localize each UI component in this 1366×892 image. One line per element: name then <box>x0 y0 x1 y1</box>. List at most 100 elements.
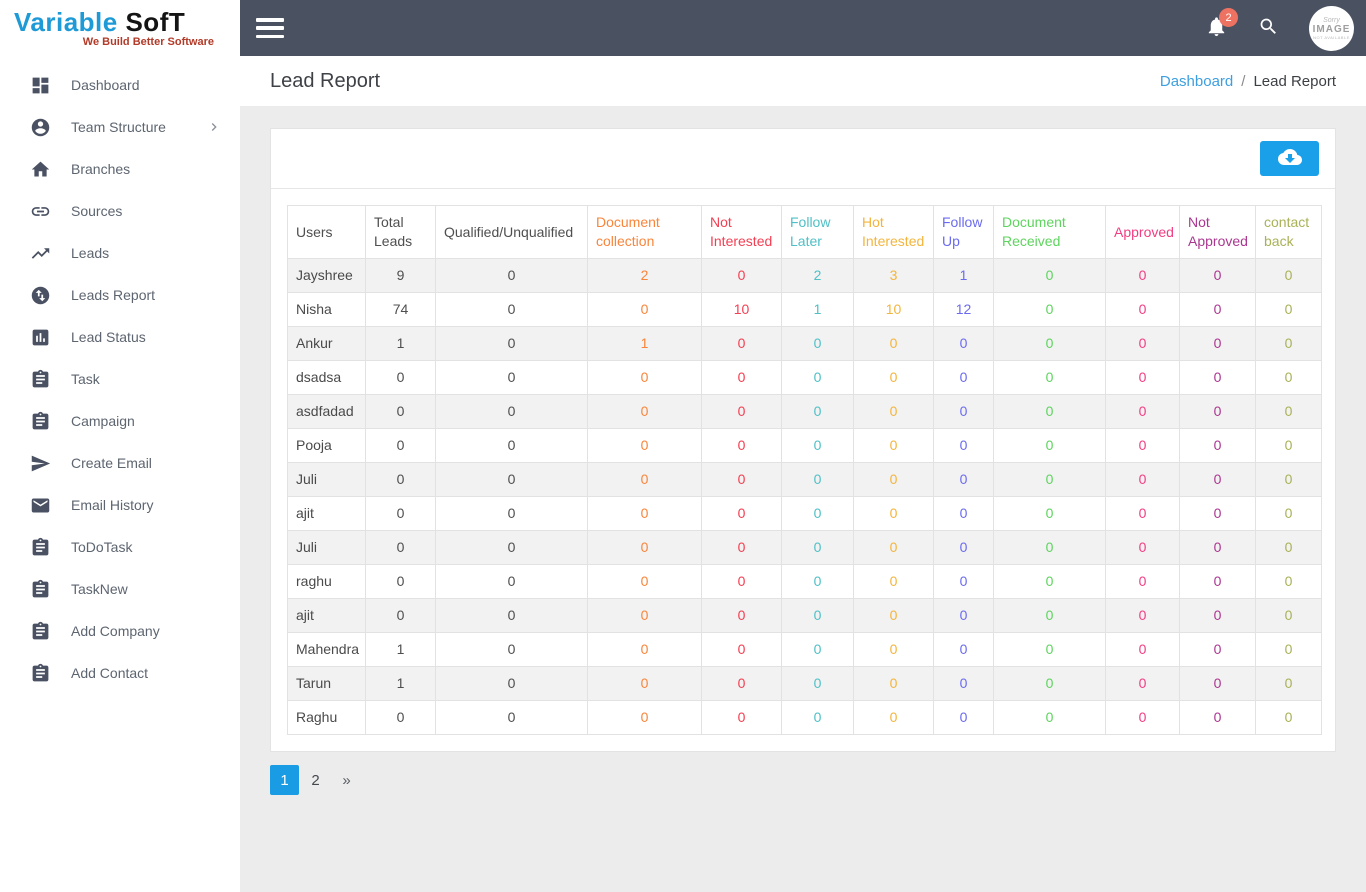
pagination-next[interactable]: » <box>332 765 361 795</box>
cell-total-leads: 1 <box>365 632 436 667</box>
bar-chart-icon <box>30 327 51 348</box>
cell-approved: 0 <box>1105 564 1180 599</box>
cell-contact-back: 0 <box>1255 496 1322 531</box>
cell-document-collection: 0 <box>587 632 702 667</box>
notification-badge: 2 <box>1219 8 1238 27</box>
cell-total-leads: 1 <box>365 326 436 361</box>
cell-document-received: 0 <box>993 666 1106 701</box>
sidebar-item-leads[interactable]: Leads <box>0 232 240 274</box>
cell-hot-interested: 0 <box>853 598 934 633</box>
cell-user: dsadsa <box>287 360 366 395</box>
table-row-nisha: Nisha 74 0 0 10 1 10 12 0 0 0 0 <box>287 292 1322 327</box>
sidebar-item-sources[interactable]: Sources <box>0 190 240 232</box>
home-icon <box>30 159 51 180</box>
cell-approved: 0 <box>1105 462 1180 497</box>
cell-qualified-unqualified: 0 <box>435 530 588 565</box>
column-header-not-approved: Not Approved <box>1179 205 1256 259</box>
chevron-right-icon <box>206 119 222 135</box>
cell-hot-interested: 0 <box>853 394 934 429</box>
clipboard-icon <box>30 369 51 390</box>
cell-qualified-unqualified: 0 <box>435 360 588 395</box>
avatar[interactable]: Sorry IMAGE NOT AVAILABLE <box>1309 5 1354 51</box>
cell-qualified-unqualified: 0 <box>435 598 588 633</box>
sidebar-item-campaign[interactable]: Campaign <box>0 400 240 442</box>
cell-approved: 0 <box>1105 530 1180 565</box>
search-button[interactable] <box>1258 16 1279 40</box>
topbar: 2 Sorry IMAGE NOT AVAILABLE <box>240 0 1366 56</box>
breadcrumb-separator: / <box>1241 72 1246 90</box>
cell-contact-back: 0 <box>1255 530 1322 565</box>
cell-follow-later: 0 <box>781 598 854 633</box>
cell-document-received: 0 <box>993 564 1106 599</box>
cell-contact-back: 0 <box>1255 564 1322 599</box>
cell-follow-up: 1 <box>933 258 994 293</box>
cell-total-leads: 0 <box>365 360 436 395</box>
cell-not-approved: 0 <box>1179 462 1256 497</box>
sidebar-item-add-contact[interactable]: Add Contact <box>0 652 240 694</box>
cell-qualified-unqualified: 0 <box>435 326 588 361</box>
cell-document-collection: 0 <box>587 666 702 701</box>
cell-follow-later: 0 <box>781 428 854 463</box>
breadcrumb-current: Lead Report <box>1253 72 1336 90</box>
brand-logo[interactable]: Variable SofT We Build Better Software <box>0 0 240 60</box>
sidebar-item-branches[interactable]: Branches <box>0 148 240 190</box>
pagination-page-1[interactable]: 1 <box>270 765 299 795</box>
table-row-mahendra: Mahendra 1 0 0 0 0 0 0 0 0 0 0 <box>287 632 1322 667</box>
cell-hot-interested: 0 <box>853 700 934 735</box>
cell-hot-interested: 0 <box>853 428 934 463</box>
cell-contact-back: 0 <box>1255 292 1322 327</box>
sidebar-item-create-email[interactable]: Create Email <box>0 442 240 484</box>
cell-not-approved: 0 <box>1179 292 1256 327</box>
cell-document-received: 0 <box>993 394 1106 429</box>
table-row-juli: Juli 0 0 0 0 0 0 0 0 0 0 0 <box>287 530 1322 565</box>
notifications-button[interactable]: 2 <box>1205 8 1238 41</box>
table-row-ajit: ajit 0 0 0 0 0 0 0 0 0 0 0 <box>287 598 1322 633</box>
sidebar-item-team-structure[interactable]: Team Structure <box>0 106 240 148</box>
cell-not-approved: 0 <box>1179 428 1256 463</box>
cell-hot-interested: 0 <box>853 326 934 361</box>
sidebar-item-lead-status[interactable]: Lead Status <box>0 316 240 358</box>
dashboard-icon <box>30 75 51 96</box>
cell-document-collection: 0 <box>587 700 702 735</box>
column-header-follow-later: Follow Later <box>781 205 854 259</box>
cell-contact-back: 0 <box>1255 326 1322 361</box>
menu-icon[interactable] <box>256 18 284 38</box>
clipboard-icon <box>30 621 51 642</box>
pagination-page-2[interactable]: 2 <box>301 765 330 795</box>
download-button[interactable] <box>1260 141 1319 176</box>
cell-qualified-unqualified: 0 <box>435 700 588 735</box>
cell-document-received: 0 <box>993 496 1106 531</box>
cell-follow-later: 0 <box>781 326 854 361</box>
cell-not-interested: 0 <box>701 632 782 667</box>
cell-not-approved: 0 <box>1179 666 1256 701</box>
sidebar-item-add-company[interactable]: Add Company <box>0 610 240 652</box>
cell-hot-interested: 0 <box>853 462 934 497</box>
breadcrumb-link-dashboard[interactable]: Dashboard <box>1160 73 1233 90</box>
cell-follow-up: 0 <box>933 326 994 361</box>
cell-total-leads: 0 <box>365 564 436 599</box>
cell-approved: 0 <box>1105 700 1180 735</box>
table-body: Jayshree 9 0 2 0 2 3 1 0 0 0 0 Nisha 74 0 0 10 1 10 12 0 0 0 0 A… <box>287 258 1322 735</box>
clipboard-icon <box>30 579 51 600</box>
cell-follow-later: 1 <box>781 292 854 327</box>
sidebar-item-tasknew[interactable]: TaskNew <box>0 568 240 610</box>
sidebar-item-leads-report[interactable]: Leads Report <box>0 274 240 316</box>
cell-user: Nisha <box>287 292 366 327</box>
sidebar: Variable SofT We Build Better Software D… <box>0 0 240 892</box>
cell-follow-later: 0 <box>781 496 854 531</box>
cell-document-received: 0 <box>993 428 1106 463</box>
sidebar-item-todotask[interactable]: ToDoTask <box>0 526 240 568</box>
avatar-placeholder-line2: IMAGE <box>1312 23 1351 35</box>
swap-vert-circle-icon <box>30 285 51 306</box>
cell-follow-up: 0 <box>933 700 994 735</box>
sidebar-item-dashboard[interactable]: Dashboard <box>0 64 240 106</box>
table-row-tarun: Tarun 1 0 0 0 0 0 0 0 0 0 0 <box>287 666 1322 701</box>
table-row-dsadsa: dsadsa 0 0 0 0 0 0 0 0 0 0 0 <box>287 360 1322 395</box>
cell-document-received: 0 <box>993 530 1106 565</box>
sidebar-item-task[interactable]: Task <box>0 358 240 400</box>
sidebar-item-email-history[interactable]: Email History <box>0 484 240 526</box>
cell-document-collection: 2 <box>587 258 702 293</box>
cell-approved: 0 <box>1105 360 1180 395</box>
lead-report-table: Users Total Leads Qualified/Unqualified Doc… <box>287 205 1322 735</box>
cell-follow-up: 0 <box>933 496 994 531</box>
